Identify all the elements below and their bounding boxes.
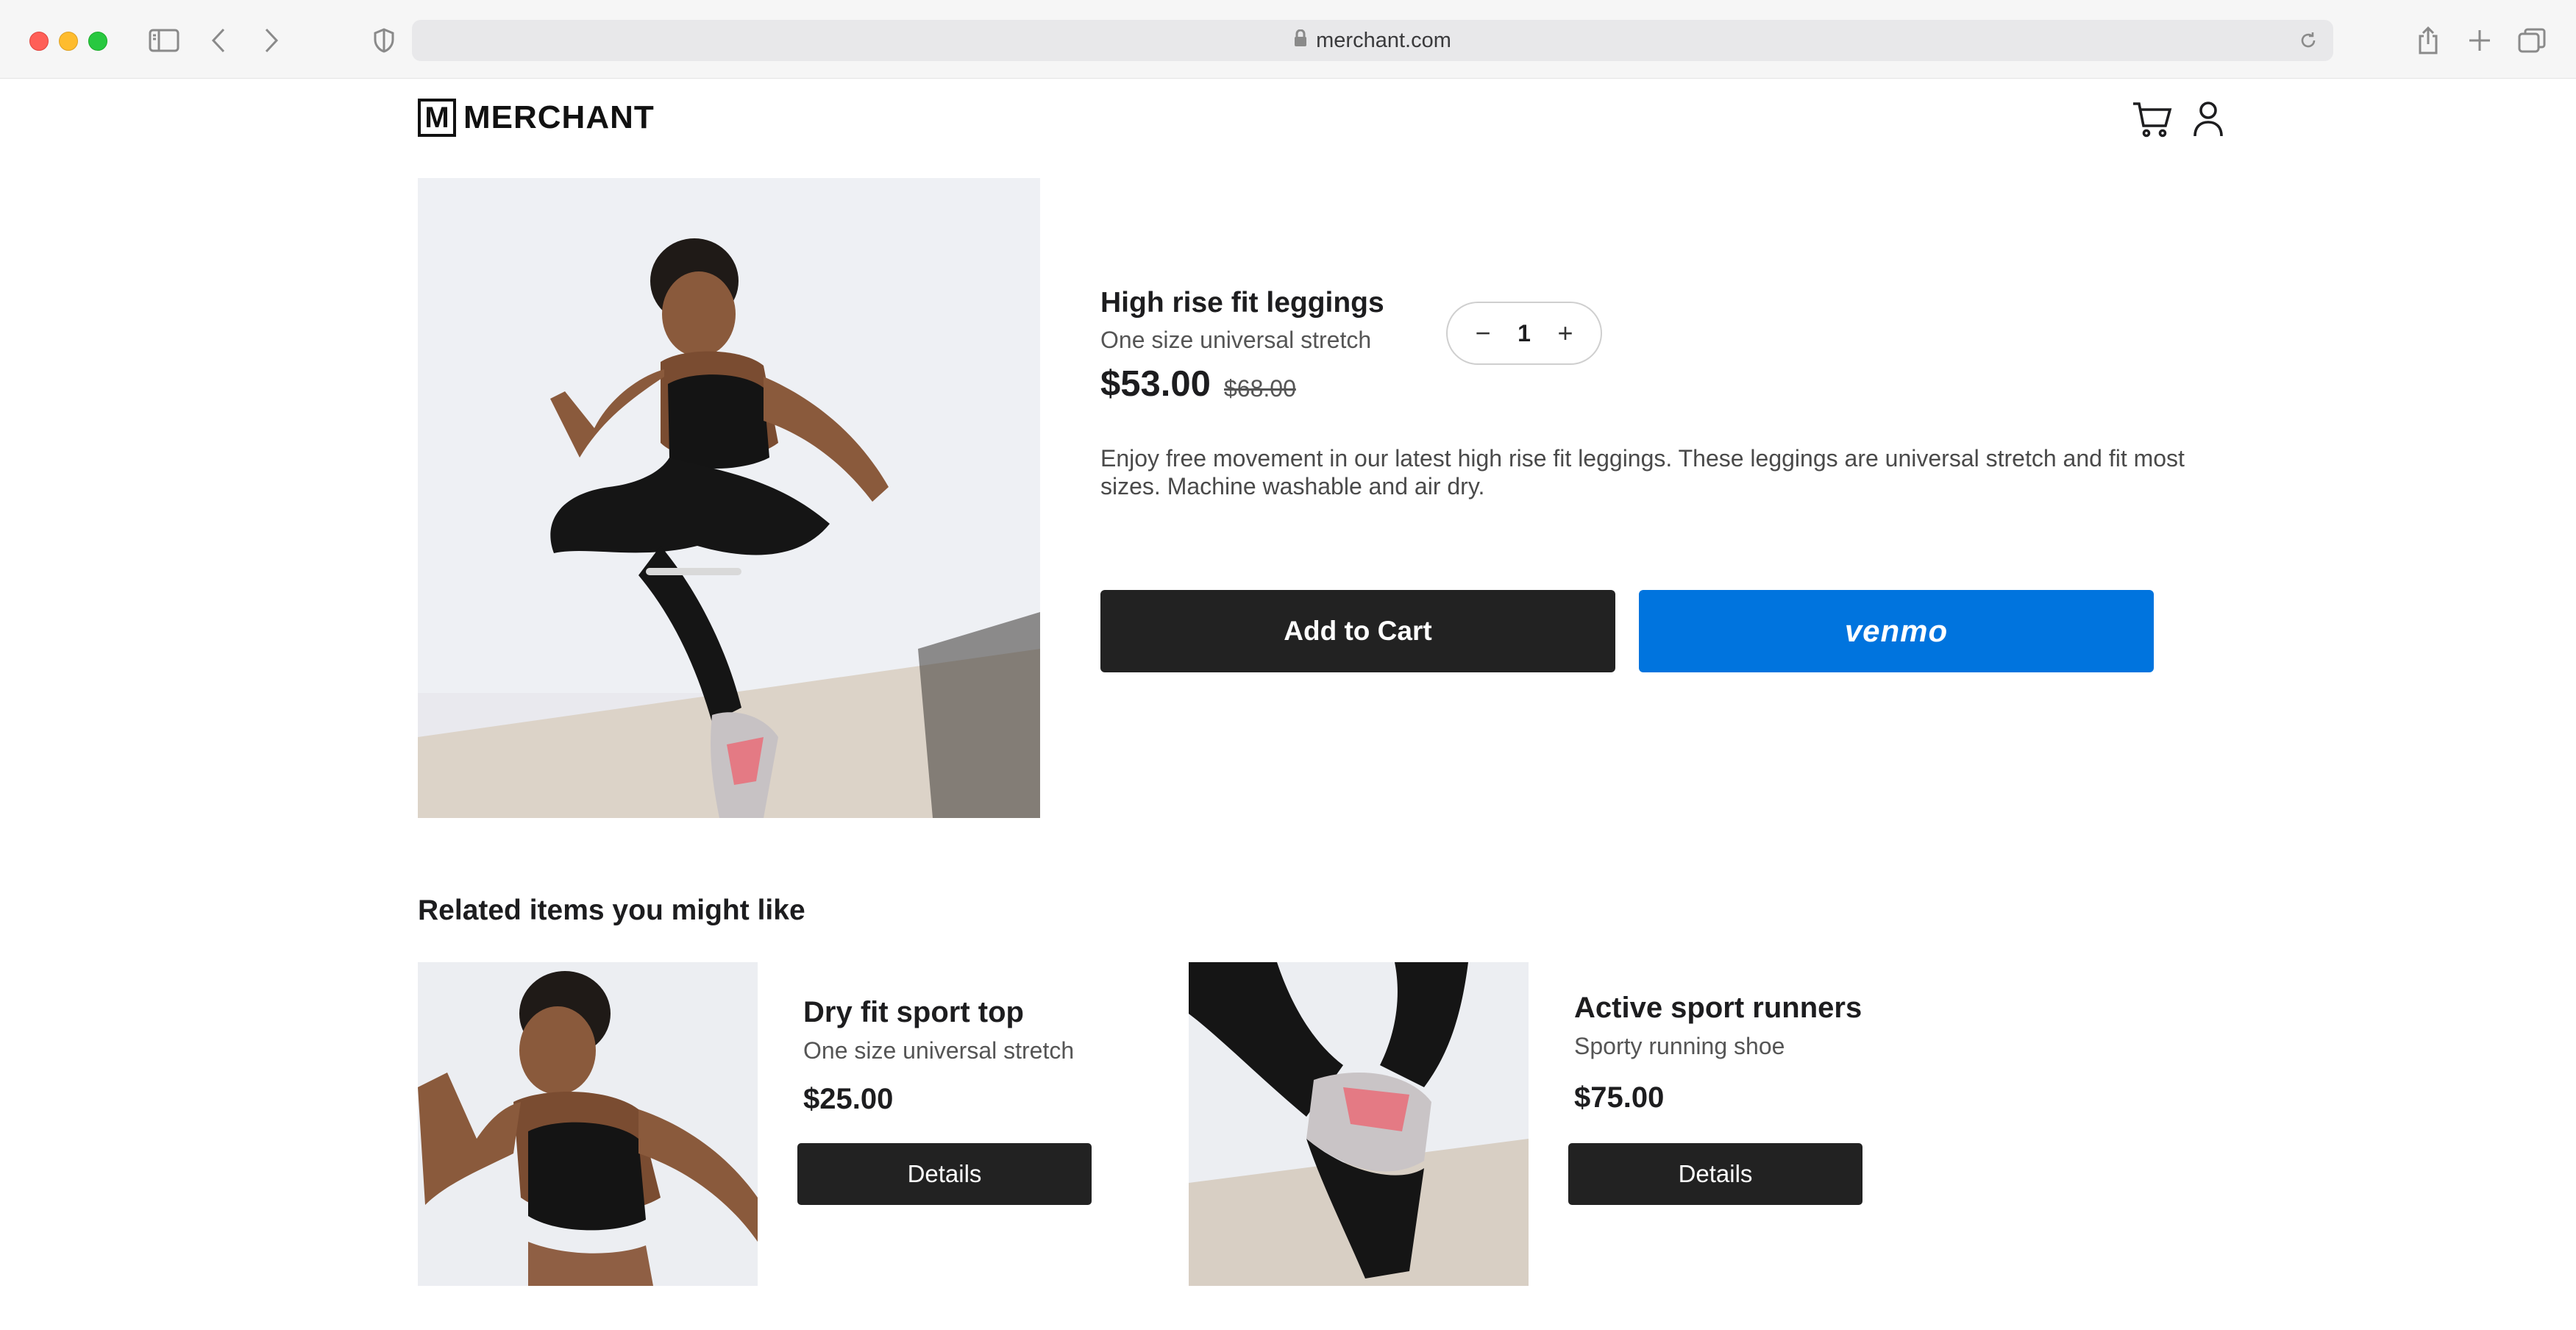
related-item-subtitle: One size universal stretch bbox=[803, 1037, 1075, 1064]
product-original-price: $68.00 bbox=[1224, 375, 1296, 402]
new-tab-icon[interactable] bbox=[2467, 22, 2492, 59]
related-item-price: $75.00 bbox=[1574, 1081, 1665, 1114]
user-icon[interactable] bbox=[2186, 97, 2230, 141]
quantity-value[interactable]: 1 bbox=[1518, 320, 1531, 347]
related-item-subtitle: Sporty running shoe bbox=[1574, 1033, 1785, 1059]
forward-icon[interactable] bbox=[260, 22, 282, 59]
merchant-logo[interactable]: M MERCHANT bbox=[418, 99, 655, 137]
url-text: merchant.com bbox=[1316, 28, 1451, 52]
product-image bbox=[418, 178, 1040, 818]
product-title: High rise fit leggings bbox=[1100, 287, 1384, 319]
product-subtitle: One size universal stretch bbox=[1100, 327, 1372, 353]
quantity-stepper: − 1 + bbox=[1446, 302, 1602, 365]
reload-icon[interactable] bbox=[2298, 30, 2319, 57]
minimize-window-button[interactable] bbox=[59, 32, 78, 51]
lock-icon bbox=[1294, 29, 1307, 53]
product-price: $53.00 bbox=[1100, 364, 1211, 404]
browser-toolbar: merchant.com bbox=[0, 0, 2576, 79]
related-item-name: Active sport runners bbox=[1574, 992, 1862, 1024]
venmo-pay-button[interactable]: venmo bbox=[1639, 590, 2154, 672]
related-item-price: $25.00 bbox=[803, 1083, 894, 1115]
details-button[interactable]: Details bbox=[1568, 1143, 1862, 1205]
zoom-window-button[interactable] bbox=[88, 32, 107, 51]
details-button[interactable]: Details bbox=[797, 1143, 1092, 1205]
product-description: Enjoy free movement in our latest high r… bbox=[1100, 445, 2185, 499]
increment-button[interactable]: + bbox=[1552, 320, 1579, 346]
cart-icon[interactable] bbox=[2130, 97, 2174, 141]
add-to-cart-button[interactable]: Add to Cart bbox=[1100, 590, 1615, 672]
privacy-shield-icon[interactable] bbox=[371, 22, 397, 59]
related-item-name: Dry fit sport top bbox=[803, 996, 1024, 1028]
sidebar-toggle-icon[interactable] bbox=[147, 22, 181, 59]
share-icon[interactable] bbox=[2416, 22, 2441, 59]
decrement-button[interactable]: − bbox=[1470, 320, 1496, 346]
close-window-button[interactable] bbox=[29, 32, 49, 51]
address-bar[interactable]: merchant.com bbox=[412, 20, 2333, 61]
logo-text: MERCHANT bbox=[463, 99, 655, 135]
page-content: M MERCHANT High rise fit leggings One si… bbox=[0, 78, 2576, 1330]
tab-overview-icon[interactable] bbox=[2517, 22, 2547, 59]
related-item-image[interactable] bbox=[1189, 962, 1529, 1286]
back-icon[interactable] bbox=[207, 22, 230, 59]
related-heading: Related items you might like bbox=[418, 895, 805, 926]
logo-mark: M bbox=[418, 99, 456, 137]
related-item-image[interactable] bbox=[418, 962, 758, 1286]
